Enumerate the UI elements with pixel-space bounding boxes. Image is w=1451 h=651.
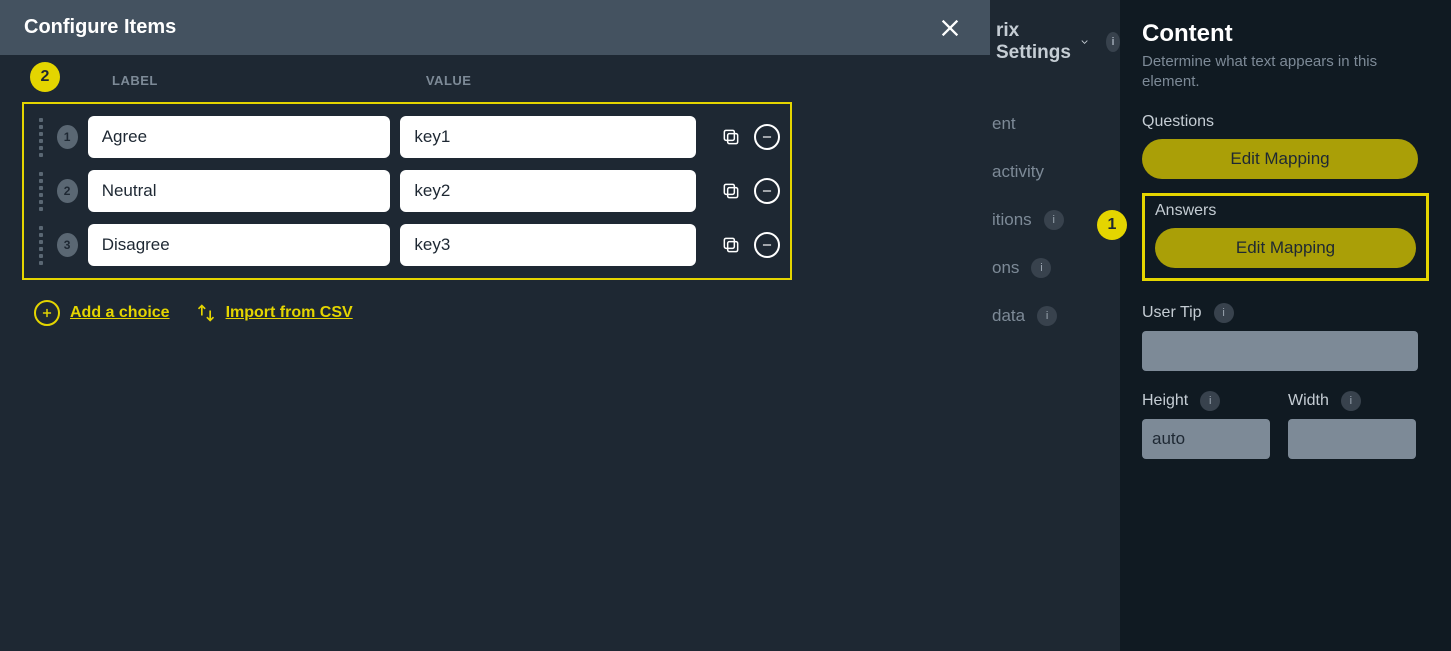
- edit-questions-mapping-button[interactable]: Edit Mapping: [1142, 139, 1418, 179]
- row-number-badge: 3: [57, 233, 78, 257]
- value-column-header: VALUE: [426, 73, 472, 88]
- settings-dropdown[interactable]: rix Settings i: [990, 20, 1120, 64]
- bg-nav-item[interactable]: activity: [992, 162, 1120, 182]
- value-input[interactable]: [400, 224, 696, 266]
- copy-row-button[interactable]: [718, 232, 744, 258]
- item-row: 2: [26, 164, 784, 218]
- bg-nav-item[interactable]: onsi: [992, 258, 1120, 278]
- width-label: Width i: [1288, 391, 1416, 411]
- answers-label: Answers: [1155, 202, 1416, 220]
- bg-nav-item[interactable]: ent: [992, 114, 1120, 134]
- info-icon[interactable]: i: [1031, 258, 1051, 278]
- height-input[interactable]: [1142, 419, 1270, 459]
- info-icon[interactable]: i: [1044, 210, 1064, 230]
- settings-label: rix Settings: [996, 20, 1071, 64]
- import-csv-button[interactable]: Import from CSV: [196, 303, 353, 323]
- import-csv-label: Import from CSV: [226, 304, 353, 322]
- item-row: 1: [26, 110, 784, 164]
- row-number-badge: 1: [57, 125, 78, 149]
- close-button[interactable]: [934, 12, 966, 44]
- copy-icon: [721, 127, 741, 147]
- info-icon[interactable]: i: [1341, 391, 1361, 411]
- modal-header: Configure Items: [0, 0, 990, 55]
- height-label: Height i: [1142, 391, 1270, 411]
- item-row: 3: [26, 218, 784, 272]
- remove-row-button[interactable]: [754, 178, 780, 204]
- value-input[interactable]: [400, 116, 696, 158]
- bg-nav-item[interactable]: datai: [992, 306, 1120, 326]
- info-icon[interactable]: i: [1200, 391, 1220, 411]
- user-tip-label: User Tip i: [1142, 303, 1429, 323]
- minus-icon: [760, 130, 774, 144]
- info-icon[interactable]: i: [1037, 306, 1057, 326]
- info-icon[interactable]: i: [1106, 32, 1120, 52]
- close-icon: [939, 17, 961, 39]
- plus-circle-icon: [34, 300, 60, 326]
- remove-row-button[interactable]: [754, 232, 780, 258]
- user-tip-input[interactable]: [1142, 331, 1418, 371]
- column-headers: 2 LABEL VALUE: [24, 67, 966, 102]
- items-highlight-box: 1 2: [22, 102, 792, 280]
- swap-vertical-icon: [196, 303, 216, 323]
- label-input[interactable]: [88, 224, 391, 266]
- copy-icon: [721, 181, 741, 201]
- edit-answers-mapping-button[interactable]: Edit Mapping: [1155, 228, 1416, 268]
- panel-title: Content: [1142, 20, 1429, 48]
- label-input[interactable]: [88, 170, 391, 212]
- drag-handle-icon[interactable]: [30, 179, 47, 203]
- panel-subtitle: Determine what text appears in this elem…: [1142, 52, 1402, 91]
- width-input[interactable]: [1288, 419, 1416, 459]
- drag-handle-icon[interactable]: [30, 233, 47, 257]
- add-choice-button[interactable]: Add a choice: [34, 300, 170, 326]
- content-panel: Content Determine what text appears in t…: [1120, 0, 1451, 651]
- minus-icon: [760, 184, 774, 198]
- answers-highlight-box: 1 Answers Edit Mapping: [1142, 193, 1429, 281]
- callout-badge-1: 1: [1097, 210, 1127, 240]
- label-input[interactable]: [88, 116, 391, 158]
- callout-badge-2: 2: [30, 62, 60, 92]
- minus-icon: [760, 238, 774, 252]
- remove-row-button[interactable]: [754, 124, 780, 150]
- drag-handle-icon[interactable]: [30, 125, 47, 149]
- copy-row-button[interactable]: [718, 124, 744, 150]
- value-input[interactable]: [400, 170, 696, 212]
- label-column-header: LABEL: [112, 73, 158, 88]
- info-icon[interactable]: i: [1214, 303, 1234, 323]
- add-choice-label: Add a choice: [70, 304, 170, 322]
- questions-label: Questions: [1142, 113, 1429, 131]
- row-number-badge: 2: [57, 179, 78, 203]
- chevron-down-icon: [1079, 34, 1090, 50]
- configure-items-modal: Configure Items 2 LABEL VALUE 1: [0, 0, 990, 651]
- copy-row-button[interactable]: [718, 178, 744, 204]
- modal-title: Configure Items: [24, 16, 176, 39]
- copy-icon: [721, 235, 741, 255]
- background-sidebar: rix Settings i ent activity itionsi onsi…: [990, 0, 1120, 651]
